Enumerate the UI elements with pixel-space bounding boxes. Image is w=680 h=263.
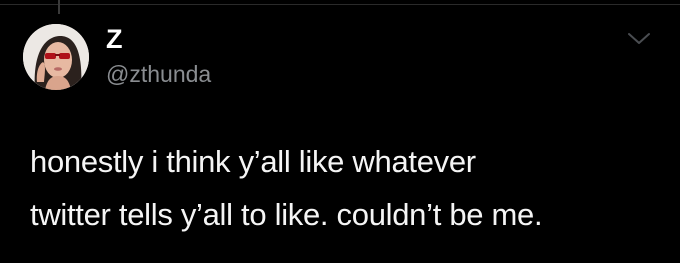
chevron-down-icon[interactable] <box>626 30 652 48</box>
tweet-card[interactable]: Z @zthunda honestly i think y’all like w… <box>0 0 680 263</box>
tweet-text-line: honestly i think y’all like whatever <box>30 144 476 179</box>
user-handle[interactable]: @zthunda <box>106 61 211 88</box>
tweet-text: honestly i think y’all like whatever twi… <box>30 135 670 241</box>
display-name[interactable]: Z <box>106 24 123 55</box>
avatar[interactable] <box>23 24 89 90</box>
profile-photo <box>23 24 89 90</box>
tweet-text-line: twitter tells y’all to like. couldn’t be… <box>30 197 543 232</box>
